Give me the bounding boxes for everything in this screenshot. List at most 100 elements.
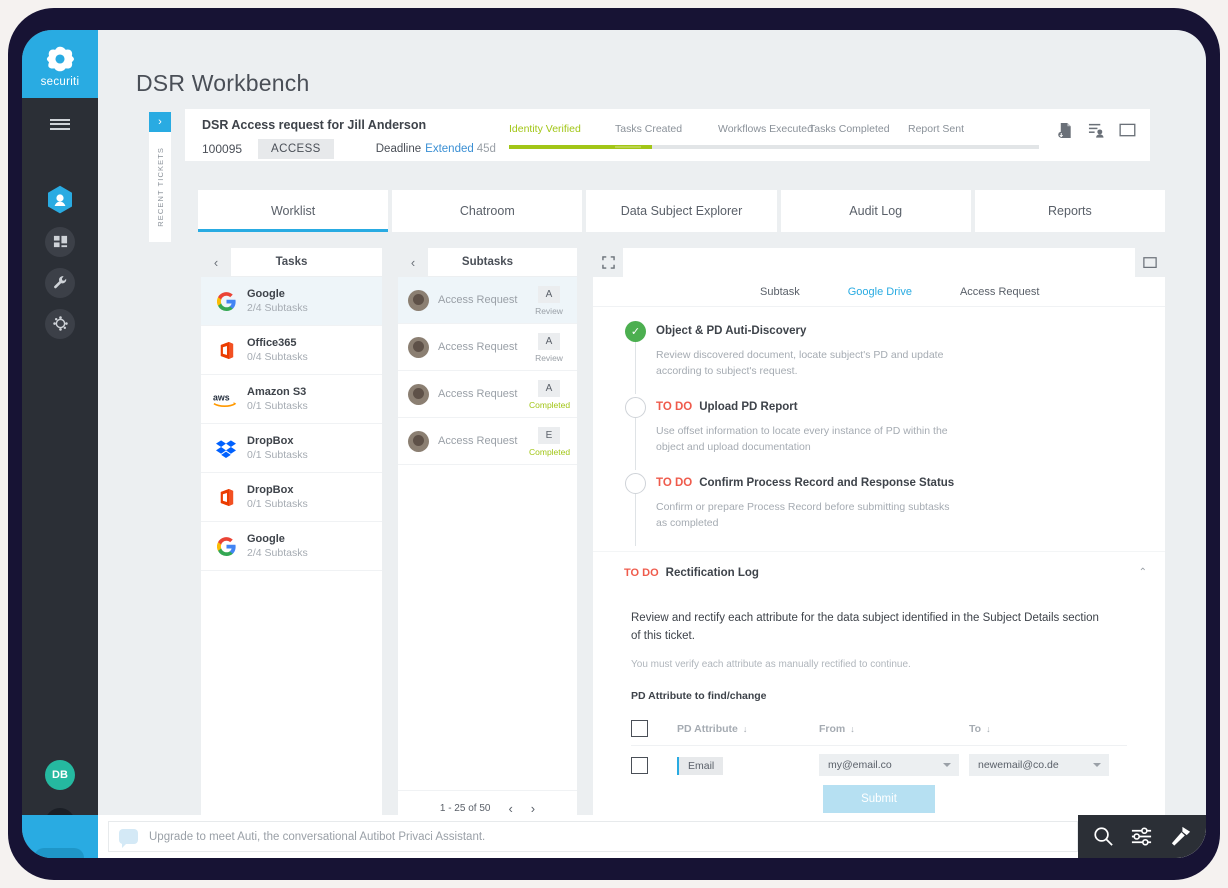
comment-icon[interactable] bbox=[1135, 248, 1165, 277]
task-name: Google bbox=[247, 533, 285, 545]
select-all-cell bbox=[631, 712, 677, 746]
column-header-from[interactable]: From ↓ bbox=[819, 712, 969, 746]
tab-reports[interactable]: Reports bbox=[974, 190, 1166, 232]
task-subtask-count: 0/1 Subtasks bbox=[247, 400, 308, 412]
subtask-row[interactable]: Access Request A Completed bbox=[398, 371, 577, 418]
detail-step: TO DO Confirm Process Record and Response… bbox=[593, 473, 1165, 549]
rail-item-tools[interactable] bbox=[22, 262, 98, 303]
recent-tickets-label: RECENT TICKETS bbox=[155, 147, 165, 227]
from-dropdown[interactable]: my@email.co bbox=[819, 754, 959, 776]
breadcrumb-access-request: Access Request bbox=[959, 285, 1040, 298]
step-title: TO DO Confirm Process Record and Response… bbox=[656, 473, 956, 494]
empty-circle-icon[interactable] bbox=[625, 397, 646, 418]
task-subtask-count: 2/4 Subtasks bbox=[247, 547, 308, 559]
recent-tickets-tab[interactable]: › RECENT TICKETS bbox=[149, 112, 171, 242]
subtask-status-group: A Review bbox=[529, 284, 569, 316]
step-body: TO DO Confirm Process Record and Response… bbox=[656, 473, 956, 549]
progress-step-report-sent[interactable]: Report Sent bbox=[908, 123, 964, 135]
subtask-row[interactable]: Access Request A Review bbox=[398, 277, 577, 324]
table-row: Email my@email.co newemail@co.de bbox=[631, 745, 1127, 785]
subtask-status: Completed bbox=[529, 400, 571, 410]
progress-step-tasks-completed[interactable]: Tasks Completed bbox=[809, 123, 890, 135]
subtask-row[interactable]: Access Request A Review bbox=[398, 324, 577, 371]
assistant-input[interactable]: Upgrade to meet Auti, the conversational… bbox=[108, 821, 1078, 852]
chat-bubble-icon bbox=[119, 829, 138, 848]
search-icon[interactable] bbox=[1092, 825, 1115, 848]
tab-audit-log[interactable]: Audit Log bbox=[780, 190, 971, 232]
check-circle-icon: ✓ bbox=[625, 321, 646, 342]
tab-chatroom[interactable]: Chatroom bbox=[392, 190, 583, 232]
step-description: Review discovered document, locate subje… bbox=[656, 349, 944, 377]
column-label: PD Attribute bbox=[677, 722, 738, 735]
subtasks-panel-title: Subtasks bbox=[461, 256, 514, 268]
subtasks-panel: ‹ Subtasks Access Request A Review Acces… bbox=[398, 248, 577, 826]
task-row[interactable]: Google 2/4 Subtasks bbox=[201, 277, 382, 326]
rail-item-dashboard[interactable] bbox=[22, 221, 98, 262]
tasks-back-chevron-left-icon[interactable]: ‹ bbox=[201, 248, 231, 276]
breadcrumb-google-drive[interactable]: Google Drive bbox=[848, 286, 912, 298]
to-cell: newemail@co.de bbox=[969, 745, 1127, 785]
task-row[interactable]: Google 2/4 Subtasks bbox=[201, 522, 382, 571]
assign-user-icon[interactable] bbox=[1088, 122, 1105, 139]
detail-steps-list: ✓ Object & PD Auti-Discovery Review disc… bbox=[593, 307, 1165, 549]
tasks-panel-title: Tasks bbox=[275, 256, 308, 268]
chevron-down-icon bbox=[1093, 763, 1101, 767]
ticket-header-actions bbox=[1057, 122, 1136, 139]
submit-button[interactable]: Submit bbox=[823, 785, 935, 813]
row-checkbox[interactable] bbox=[631, 756, 648, 774]
comment-icon[interactable] bbox=[1119, 122, 1136, 139]
deadline-label: Deadline bbox=[375, 143, 422, 155]
svg-text:aws: aws bbox=[213, 392, 230, 402]
detail-panel-header bbox=[593, 248, 1165, 277]
attribute-cell: Email bbox=[677, 745, 819, 785]
select-all-checkbox[interactable] bbox=[631, 720, 648, 737]
chevron-up-icon[interactable]: ⌃ bbox=[1139, 567, 1147, 578]
progress-step-workflows-executed[interactable]: Workflows Executed bbox=[718, 123, 813, 135]
task-row[interactable]: aws Amazon S3 0/1 Subtasks bbox=[201, 375, 382, 424]
filter-sliders-icon[interactable] bbox=[1130, 825, 1153, 848]
pagination-next-chevron-right-icon[interactable]: › bbox=[531, 801, 535, 816]
tab-data-subject-explorer[interactable]: Data Subject Explorer bbox=[586, 190, 777, 232]
rail-footer-accent bbox=[22, 815, 98, 858]
step-title: Object & PD Auti-Discovery bbox=[656, 325, 807, 337]
column-header-to[interactable]: To ↓ bbox=[969, 712, 1127, 746]
pagination-prev-chevron-left-icon[interactable]: ‹ bbox=[508, 801, 512, 816]
task-text: DropBox 0/1 Subtasks bbox=[247, 435, 308, 461]
avatar bbox=[408, 383, 429, 405]
sort-down-arrow-icon: ↓ bbox=[986, 723, 991, 734]
sort-down-arrow-icon: ↓ bbox=[850, 723, 855, 734]
from-value: my@email.co bbox=[828, 759, 892, 771]
expand-icon[interactable] bbox=[593, 248, 623, 277]
deadline-status[interactable]: Extended bbox=[425, 143, 474, 155]
task-name: DropBox bbox=[247, 484, 294, 496]
avatar bbox=[408, 430, 429, 452]
to-dropdown[interactable]: newemail@co.de bbox=[969, 754, 1109, 776]
subtask-row[interactable]: Access Request E Completed bbox=[398, 418, 577, 465]
wrench-icon bbox=[53, 276, 66, 289]
subtask-name: Access Request bbox=[438, 294, 518, 306]
device-bezel: securiti DB DSR Workbench › RECENT TICKE… bbox=[8, 8, 1220, 880]
task-row[interactable]: Office365 0/4 Subtasks bbox=[201, 326, 382, 375]
to-value: newemail@co.de bbox=[978, 759, 1059, 771]
progress-step-tasks-created[interactable]: Tasks Created bbox=[615, 123, 682, 135]
task-row[interactable]: DropBox 0/1 Subtasks bbox=[201, 424, 382, 473]
hammer-tools-icon[interactable] bbox=[1169, 825, 1192, 848]
table-header-row: PD Attribute ↓ From ↓ To ↓ bbox=[631, 712, 1127, 746]
avatar[interactable]: DB bbox=[45, 760, 75, 790]
column-header-pd-attribute[interactable]: PD Attribute ↓ bbox=[677, 712, 819, 746]
chevron-right-icon[interactable]: › bbox=[149, 112, 171, 132]
chevron-down-icon bbox=[943, 763, 951, 767]
rectification-log-header[interactable]: TO DO Rectification Log ⌃ bbox=[593, 551, 1165, 589]
todo-badge: TO DO bbox=[656, 477, 693, 489]
task-row[interactable]: DropBox 0/1 Subtasks bbox=[201, 473, 382, 522]
hamburger-icon[interactable] bbox=[22, 98, 98, 150]
subtasks-back-chevron-left-icon[interactable]: ‹ bbox=[398, 248, 428, 276]
rail-item-privacy-center[interactable] bbox=[22, 180, 98, 221]
brand-logo[interactable]: securiti bbox=[22, 30, 98, 98]
tab-worklist[interactable]: Worklist bbox=[198, 190, 389, 232]
progress-step-identity-verified[interactable]: Identity Verified bbox=[509, 123, 581, 135]
task-subtask-count: 0/4 Subtasks bbox=[247, 351, 308, 363]
empty-circle-icon[interactable] bbox=[625, 473, 646, 494]
rail-item-settings[interactable] bbox=[22, 303, 98, 344]
add-document-icon[interactable] bbox=[1057, 122, 1074, 139]
